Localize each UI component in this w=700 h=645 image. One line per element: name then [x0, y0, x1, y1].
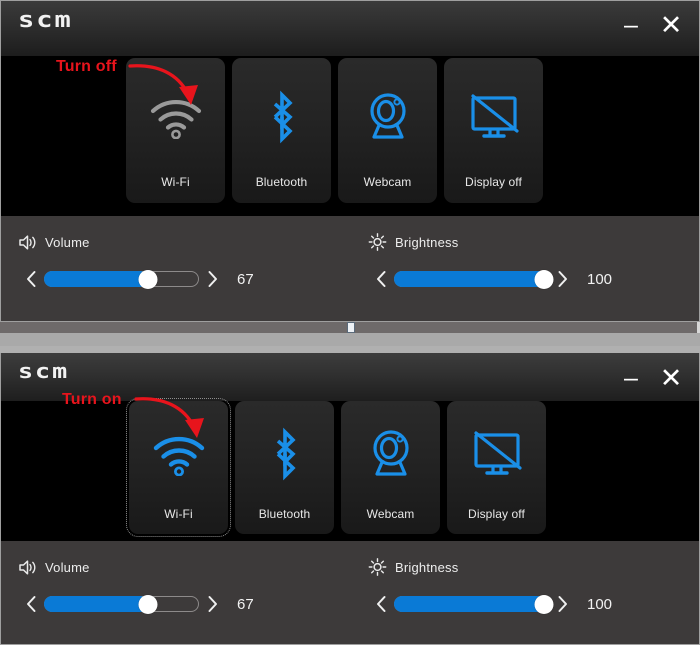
brightness-slider[interactable] [394, 268, 554, 290]
volume-increase-button[interactable] [199, 591, 225, 617]
brightness-label: Brightness [395, 234, 459, 250]
tile-webcam[interactable]: Webcam [338, 58, 437, 203]
volume-header: Volume [18, 541, 267, 583]
volume-decrease-button[interactable] [18, 591, 44, 617]
volume-label: Volume [45, 234, 90, 250]
bluetooth-icon [232, 58, 331, 175]
brightness-slider-row: 100 [368, 591, 617, 617]
app-logo: scm [18, 7, 73, 33]
brightness-icon [368, 233, 387, 251]
tile-bluetooth[interactable]: Bluetooth [235, 401, 334, 534]
tile-display-off[interactable]: Display off [444, 58, 543, 203]
brightness-fill [394, 271, 549, 287]
brightness-control: Brightness 100 [368, 216, 617, 292]
brightness-decrease-button[interactable] [368, 266, 394, 292]
brightness-slider-row: 100 [368, 266, 617, 292]
close-button[interactable]: ✕ [654, 8, 688, 42]
divider-marker [347, 322, 355, 333]
brightness-control: Brightness 100 [368, 541, 617, 617]
slider-area: Volume 67 Brightness 100 [0, 541, 700, 644]
title-bar: scm – ✕ [0, 0, 700, 56]
volume-decrease-button[interactable] [18, 266, 44, 292]
tile-label: Wi-Fi [164, 507, 193, 521]
brightness-fill [394, 596, 549, 612]
volume-control: Volume 67 [18, 216, 267, 292]
quick-toggle-area: Turn on Wi-Fi Bluetooth Webcam Display o… [0, 391, 700, 541]
tile-label: Bluetooth [258, 507, 311, 521]
volume-fill [44, 271, 148, 287]
display-off-icon [447, 401, 546, 507]
volume-increase-button[interactable] [199, 266, 225, 292]
wifi-icon [129, 401, 228, 507]
bluetooth-icon [235, 401, 334, 507]
window-controls: – ✕ [614, 8, 688, 42]
tile-label: Display off [465, 175, 522, 189]
close-button[interactable]: ✕ [654, 361, 688, 395]
volume-fill [44, 596, 148, 612]
volume-thumb[interactable] [138, 269, 158, 289]
volume-slider[interactable] [44, 593, 199, 615]
tile-label: Webcam [363, 175, 412, 189]
title-bar: scm – ✕ [0, 353, 700, 401]
volume-slider-row: 67 [18, 266, 267, 292]
tile-label: Wi-Fi [161, 175, 190, 189]
minimize-button[interactable]: – [614, 361, 648, 395]
webcam-icon [341, 401, 440, 507]
divider-bar-dark [0, 322, 700, 333]
display-off-icon [444, 58, 543, 175]
volume-value: 67 [237, 270, 254, 288]
annotation-label: Turn off [56, 58, 117, 75]
speaker-icon [18, 234, 37, 251]
toggle-tiles: Wi-Fi Bluetooth Webcam Display off [126, 398, 546, 537]
minimize-button[interactable]: – [614, 8, 648, 42]
volume-slider-row: 67 [18, 591, 267, 617]
tile-label: Bluetooth [255, 175, 308, 189]
volume-slider[interactable] [44, 268, 199, 290]
scm-window-wifi-on: scm – ✕ Turn on Wi-Fi Bluetooth Webcam D… [0, 353, 700, 645]
tile-wifi[interactable]: Wi-Fi [126, 58, 225, 203]
volume-value: 67 [237, 595, 254, 613]
toggle-tiles: Wi-Fi Bluetooth Webcam Display off [126, 58, 543, 203]
window-controls: – ✕ [614, 361, 688, 395]
volume-thumb[interactable] [138, 594, 158, 614]
brightness-thumb[interactable] [534, 594, 554, 614]
brightness-header: Brightness [368, 541, 617, 583]
slider-area: Volume 67 Brightness 100 [0, 216, 700, 322]
tile-display-off[interactable]: Display off [447, 401, 546, 534]
webcam-icon [338, 58, 437, 175]
volume-label: Volume [45, 559, 90, 575]
brightness-thumb[interactable] [534, 269, 554, 289]
tile-label: Display off [468, 507, 525, 521]
scm-window-wifi-off: scm – ✕ Turn off Wi-Fi Bluetooth Webcam … [0, 0, 700, 322]
volume-header: Volume [18, 216, 267, 258]
screenshot-root: scm – ✕ Turn off Wi-Fi Bluetooth Webcam … [0, 0, 700, 645]
tile-wifi[interactable]: Wi-Fi [126, 398, 231, 537]
speaker-icon [18, 559, 37, 576]
app-logo: scm [18, 359, 70, 384]
tile-label: Webcam [366, 507, 415, 521]
brightness-slider[interactable] [394, 593, 554, 615]
divider-bar-light [0, 333, 700, 346]
panel-divider [0, 322, 700, 353]
wifi-icon [126, 58, 225, 175]
brightness-value: 100 [587, 595, 613, 613]
volume-control: Volume 67 [18, 541, 267, 617]
brightness-icon [368, 558, 387, 576]
brightness-label: Brightness [395, 559, 459, 575]
brightness-value: 100 [587, 270, 613, 288]
quick-toggle-area: Turn off Wi-Fi Bluetooth Webcam Display … [0, 56, 700, 216]
brightness-header: Brightness [368, 216, 617, 258]
brightness-decrease-button[interactable] [368, 591, 394, 617]
tile-webcam[interactable]: Webcam [341, 401, 440, 534]
tile-bluetooth[interactable]: Bluetooth [232, 58, 331, 203]
